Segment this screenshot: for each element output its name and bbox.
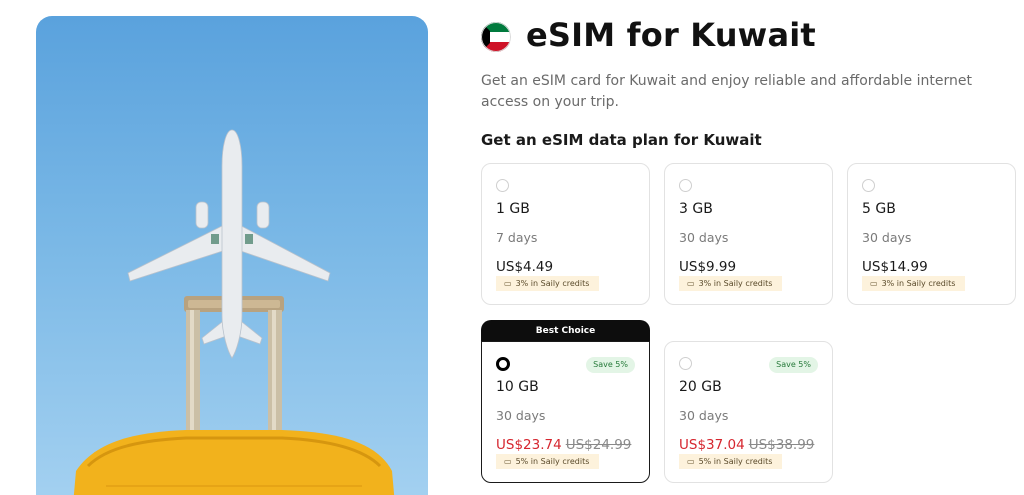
credits-label: 3% in Saily credits xyxy=(515,279,590,288)
credits-badge: ▭ 3% in Saily credits xyxy=(679,276,783,291)
plan-data-amount: 5 GB xyxy=(862,201,896,217)
plan-data-amount: 1 GB xyxy=(496,201,530,217)
airplane-suitcase-illustration xyxy=(73,129,395,495)
plan-old-price: US$38.99 xyxy=(748,437,815,453)
plan-radio[interactable] xyxy=(862,179,875,192)
wallet-icon: ▭ xyxy=(870,279,878,288)
credits-label: 3% in Saily credits xyxy=(698,279,773,288)
credits-badge: ▭ 5% in Saily credits xyxy=(679,454,783,469)
plan-duration: 30 days xyxy=(679,230,729,245)
kuwait-flag-icon xyxy=(481,22,511,52)
plan-card-10gb[interactable]: Save 5% 10 GB 30 days US$23.74 US$24.99 ▭… xyxy=(481,341,650,483)
plan-price: US$14.99 xyxy=(862,259,928,275)
plan-duration: 7 days xyxy=(496,230,538,245)
hero-image xyxy=(36,16,428,495)
plan-price: US$9.99 xyxy=(679,259,737,275)
save-badge: Save 5% xyxy=(769,357,818,373)
plan-radio[interactable] xyxy=(679,179,692,192)
credits-badge: ▭ 3% in Saily credits xyxy=(862,276,966,291)
plan-price: US$23.74 xyxy=(496,437,562,453)
plan-duration: 30 days xyxy=(862,230,912,245)
wallet-icon: ▭ xyxy=(504,457,512,466)
plan-radio[interactable] xyxy=(679,357,692,370)
plan-price: US$37.04 xyxy=(679,437,745,453)
plan-price: US$4.49 xyxy=(496,259,554,275)
plan-data-amount: 10 GB xyxy=(496,379,539,395)
plan-duration: 30 days xyxy=(679,408,729,423)
credits-label: 3% in Saily credits xyxy=(881,279,956,288)
price-row: US$37.04 US$38.99 xyxy=(679,437,814,453)
plan-old-price: US$24.99 xyxy=(565,437,632,453)
price-row: US$14.99 xyxy=(862,259,928,275)
plan-data-amount: 20 GB xyxy=(679,379,722,395)
wallet-icon: ▭ xyxy=(687,457,695,466)
price-row: US$23.74 US$24.99 xyxy=(496,437,631,453)
plan-radio[interactable] xyxy=(496,179,509,192)
credits-badge: ▭ 3% in Saily credits xyxy=(496,276,600,291)
plan-card-20gb[interactable]: Save 5% 20 GB 30 days US$37.04 US$38.99 ▭… xyxy=(664,341,833,483)
plan-radio-selected[interactable] xyxy=(496,357,510,371)
credits-label: 5% in Saily credits xyxy=(515,457,590,466)
save-badge: Save 5% xyxy=(586,357,635,373)
plan-card-1gb[interactable]: 1 GB 7 days US$4.49 ▭ 3% in Saily credit… xyxy=(481,163,650,305)
plan-duration: 30 days xyxy=(496,408,546,423)
section-title: Get an eSIM data plan for Kuwait xyxy=(481,131,762,149)
page-title: eSIM for Kuwait xyxy=(526,16,816,54)
wallet-icon: ▭ xyxy=(687,279,695,288)
plan-card-3gb[interactable]: 3 GB 30 days US$9.99 ▭ 3% in Saily credi… xyxy=(664,163,833,305)
price-row: US$4.49 xyxy=(496,259,553,275)
price-row: US$9.99 xyxy=(679,259,736,275)
plan-card-5gb[interactable]: 5 GB 30 days US$14.99 ▭ 3% in Saily cred… xyxy=(847,163,1016,305)
wallet-icon: ▭ xyxy=(504,279,512,288)
credits-badge: ▭ 5% in Saily credits xyxy=(496,454,600,469)
credits-label: 5% in Saily credits xyxy=(698,457,773,466)
plan-data-amount: 3 GB xyxy=(679,201,713,217)
best-choice-badge: Best Choice xyxy=(481,320,650,342)
page-description: Get an eSIM card for Kuwait and enjoy re… xyxy=(481,73,972,110)
